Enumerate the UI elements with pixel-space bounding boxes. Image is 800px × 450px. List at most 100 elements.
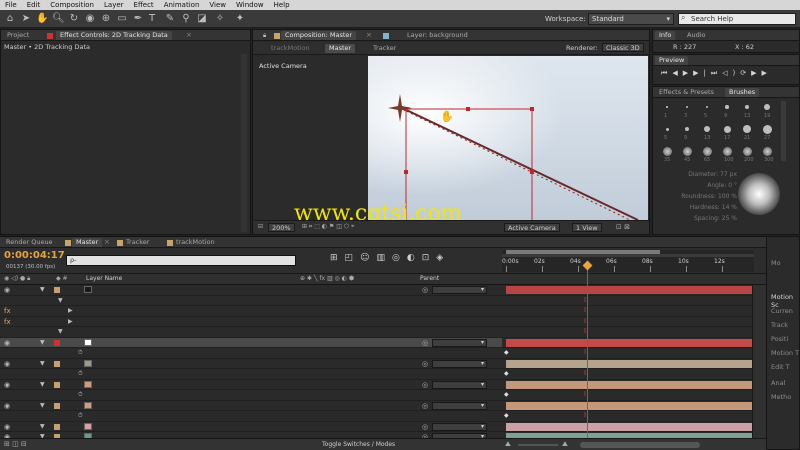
toggle-pixel-icon[interactable]: ⊡ ⊠ <box>616 223 630 231</box>
twirl-down-icon[interactable]: ▼ <box>40 401 45 411</box>
brush-swatch[interactable] <box>684 126 690 132</box>
camera-select[interactable]: Active Camera <box>504 223 560 232</box>
close-icon[interactable]: × <box>104 238 110 246</box>
roto-brush-icon[interactable]: ✧ <box>214 13 226 25</box>
tab-timeline-master[interactable]: Master <box>72 238 103 247</box>
brush-swatch[interactable] <box>744 104 750 110</box>
ram-preview-icon[interactable]: ▶▶ <box>751 69 772 77</box>
viewer-tools-icon[interactable]: ⊞ ⌗ ⬚ ◐ ⚑ ◫ ⬡ ⌖ <box>302 223 354 231</box>
label-color-icon[interactable] <box>54 339 60 346</box>
keyframe-icon[interactable]: ◆ <box>504 391 509 398</box>
always-preview-icon[interactable]: ⊟ <box>258 223 263 230</box>
lock-icon[interactable]: 🔒︎ <box>263 32 266 40</box>
timeline-zoom-slider[interactable] <box>518 444 558 446</box>
menu-effect[interactable]: Effect <box>129 0 159 10</box>
close-icon[interactable]: × <box>366 31 372 39</box>
twirl-down-icon[interactable]: ▼ <box>40 422 45 432</box>
tab-info[interactable]: Info <box>655 31 676 40</box>
tab-layer-background[interactable]: Layer: background <box>403 31 472 40</box>
tab-effects-presets[interactable]: Effects & Presets <box>655 88 718 97</box>
menu-view[interactable]: View <box>204 0 231 10</box>
brush-property-value[interactable]: 77 px <box>720 171 737 178</box>
property-row[interactable]: ⏱ <box>0 411 502 422</box>
brush-icon[interactable]: ✎ <box>164 13 176 25</box>
scrollbar[interactable] <box>781 101 786 161</box>
parent-pickwhip-icon[interactable]: ◎ <box>422 401 428 411</box>
fx-icon[interactable]: fx <box>4 317 11 327</box>
motion-blur-icon[interactable]: ◎ <box>392 253 407 263</box>
parent-select[interactable] <box>432 401 487 410</box>
keyframe-icon[interactable]: ◆ <box>504 349 509 356</box>
draft-3d-icon[interactable]: ◰ <box>345 253 361 263</box>
brush-property-value[interactable]: 25 % <box>722 215 737 222</box>
eraser-icon[interactable]: ◪ <box>196 13 208 25</box>
keyframe-icon[interactable]: ◆ <box>504 370 509 377</box>
brush-swatch[interactable] <box>742 146 752 156</box>
timeline-horizontal-scrollbar[interactable] <box>580 442 700 448</box>
next-frame-icon[interactable]: ▶| <box>693 69 711 77</box>
brush-swatch[interactable] <box>764 104 770 110</box>
comp-mini-flowchart-icon[interactable]: ⊞ <box>330 253 345 263</box>
twirl-right-icon[interactable]: ▶ <box>68 317 73 327</box>
layer-duration-bar[interactable] <box>506 359 752 368</box>
property-row[interactable]: fx ▶ <box>0 317 502 327</box>
column-parent[interactable]: Parent <box>420 275 439 282</box>
menu-layer[interactable]: Layer <box>99 0 129 10</box>
subtab-master[interactable]: Master <box>325 44 356 53</box>
keyframe-icon[interactable]: ◈ <box>436 253 450 263</box>
parent-select[interactable] <box>432 338 487 347</box>
visibility-eye-icon[interactable]: ◉ <box>4 285 10 295</box>
brush-property-value[interactable]: 14 % <box>722 204 737 211</box>
parent-pickwhip-icon[interactable]: ◎ <box>422 380 428 390</box>
time-ruler[interactable]: 0:00s 02s 04s 06s 08s 10s 12s <box>502 250 754 272</box>
label-color-icon[interactable] <box>54 360 60 367</box>
visibility-eye-icon[interactable]: ◉ <box>4 380 10 390</box>
layer-row[interactable]: ◉ ▼ ◎ <box>0 401 502 411</box>
puppet-pin-icon[interactable]: ✦ <box>234 13 246 25</box>
layer-duration-bar[interactable] <box>506 286 752 294</box>
layer-row[interactable]: ◉ ▼ ◎ <box>0 337 502 348</box>
stopwatch-icon[interactable]: ⏱ <box>78 348 83 358</box>
layer-duration-bar[interactable] <box>506 401 752 410</box>
column-layer-name[interactable]: Layer Name <box>86 275 122 282</box>
prev-frame-icon[interactable]: ◀ <box>672 69 682 77</box>
menu-composition[interactable]: Composition <box>45 0 99 10</box>
camera-orbit-icon[interactable]: ◉ <box>84 13 96 25</box>
parent-pickwhip-icon[interactable]: ◎ <box>422 359 428 369</box>
parent-pickwhip-icon[interactable]: ◎ <box>422 285 428 295</box>
layer-duration-bar[interactable] <box>506 338 752 347</box>
brush-swatch[interactable] <box>762 146 772 156</box>
brush-swatch[interactable] <box>666 106 668 108</box>
menu-file[interactable]: File <box>0 0 22 10</box>
menu-animation[interactable]: Animation <box>159 0 205 10</box>
keyframe-marker-icon[interactable]: I <box>584 317 586 325</box>
scrollbar[interactable] <box>241 54 247 232</box>
property-row[interactable]: ▼ <box>0 296 502 306</box>
twirl-down-icon[interactable]: ▼ <box>40 338 45 348</box>
subtab-tracker[interactable]: Tracker <box>369 44 400 53</box>
selection-tool-icon[interactable]: ➤ <box>20 13 32 25</box>
pen-icon[interactable]: ✒ <box>132 13 144 25</box>
search-help-input[interactable]: ⌕ Search Help <box>678 13 796 25</box>
brainstorm-icon[interactable]: ◐ <box>407 253 422 263</box>
loop-icon[interactable]: ⟳ <box>740 69 751 77</box>
keyframe-marker-icon[interactable]: I <box>584 390 586 398</box>
rotate-icon[interactable]: ↻ <box>68 13 80 25</box>
menu-edit[interactable]: Edit <box>22 0 46 10</box>
menu-window[interactable]: Window <box>231 0 269 10</box>
brush-swatch[interactable] <box>665 127 669 131</box>
playhead[interactable] <box>587 262 588 438</box>
brush-swatch[interactable] <box>686 106 688 108</box>
keyframe-icon[interactable]: ◆ <box>504 412 509 419</box>
stopwatch-icon[interactable]: ⏱ <box>78 411 83 421</box>
menu-help[interactable]: Help <box>269 0 295 10</box>
clone-stamp-icon[interactable]: ⚲ <box>180 13 192 25</box>
rectangle-mask-icon[interactable]: ▭ <box>116 13 128 25</box>
twirl-down-icon[interactable]: ▼ <box>40 380 45 390</box>
property-row[interactable]: fx ▶ <box>0 306 502 317</box>
label-color-icon[interactable] <box>54 287 60 293</box>
label-color-icon[interactable] <box>54 423 60 430</box>
first-frame-icon[interactable]: ⏮ <box>661 69 672 77</box>
brush-swatch[interactable] <box>762 124 772 134</box>
visibility-eye-icon[interactable]: ◉ <box>4 401 10 411</box>
